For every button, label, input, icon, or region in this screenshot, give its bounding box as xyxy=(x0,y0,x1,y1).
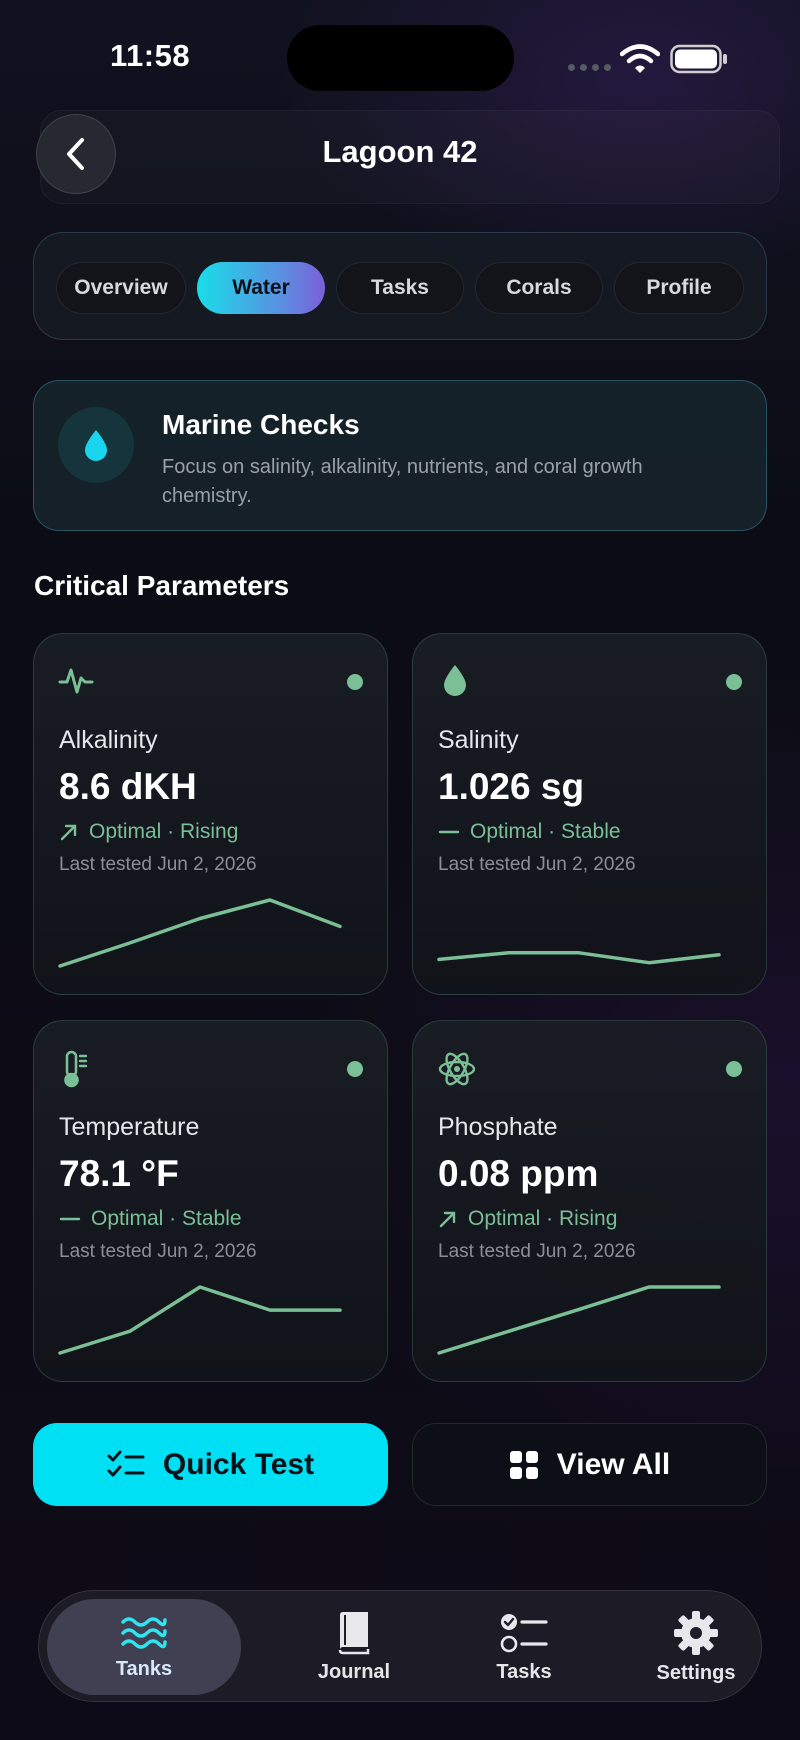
tabbar-label: Journal xyxy=(317,1660,391,1683)
arrow-up-right-icon xyxy=(60,824,77,841)
parameter-card-alkalinity[interactable]: Alkalinity 8.6 dKH Optimal · Rising Last… xyxy=(33,633,388,995)
tab-tasks[interactable]: Tasks xyxy=(336,262,464,314)
sparkline xyxy=(58,1285,342,1355)
wifi-icon xyxy=(620,44,660,73)
last-tested: Last tested Jun 2, 2026 xyxy=(438,854,636,875)
status-dot xyxy=(726,674,742,690)
sparkline xyxy=(58,898,342,968)
parameter-card-salinity[interactable]: Salinity 1.026 sg Optimal · Stable Last … xyxy=(412,633,767,995)
tab-overview[interactable]: Overview xyxy=(56,262,186,314)
water-drop-icon xyxy=(444,665,466,696)
last-tested: Last tested Jun 2, 2026 xyxy=(59,1241,257,1262)
info-card-description: Focus on salinity, alkalinity, nutrients… xyxy=(162,456,643,507)
tabbar-item-settings[interactable]: Settings xyxy=(611,1591,781,1703)
arrow-up-right-icon xyxy=(439,1211,456,1228)
section-tabs: Overview Water Tasks Corals Profile xyxy=(33,232,767,340)
parameter-trend: Optimal · Stable xyxy=(438,820,621,844)
quick-test-button[interactable]: Quick Test xyxy=(33,1423,388,1506)
info-card-title: Marine Checks xyxy=(162,409,360,440)
tabbar-label: Tasks xyxy=(496,1660,552,1683)
marine-checks-card: Marine Checks Focus on salinity, alkalin… xyxy=(33,380,767,531)
sparkline-path xyxy=(437,1285,721,1355)
parameter-card-temperature[interactable]: Temperature 78.1 °F Optimal · Stable Las… xyxy=(33,1020,388,1382)
parameter-value: 0.08 ppm xyxy=(438,1153,599,1194)
view-all-button[interactable]: View All xyxy=(412,1423,767,1506)
tab-corals[interactable]: Corals xyxy=(475,262,603,314)
sparkline-path xyxy=(58,1285,342,1355)
bottom-tab-bar: Tanks Journal Tasks Settings xyxy=(38,1590,762,1702)
parameter-trend: Optimal · Rising xyxy=(59,820,238,844)
trend-label: Optimal · Stable xyxy=(91,1207,242,1230)
section-title: Critical Parameters xyxy=(34,570,290,601)
last-tested: Last tested Jun 2, 2026 xyxy=(438,1241,636,1262)
parameter-name: Phosphate xyxy=(438,1113,558,1141)
tabbar-item-journal[interactable]: Journal xyxy=(269,1591,439,1703)
parameter-value: 78.1 °F xyxy=(59,1153,179,1194)
dynamic-island xyxy=(287,25,514,91)
app-screen: 11:58 Lagoon 42 Overview Water Tasks Cor… xyxy=(0,0,800,1740)
parameter-value: 8.6 dKH xyxy=(59,766,197,807)
parameter-name: Temperature xyxy=(59,1113,200,1141)
parameter-trend: Optimal · Rising xyxy=(438,1207,617,1231)
page-title: Lagoon 42 xyxy=(322,134,478,169)
trend-label: Optimal · Rising xyxy=(468,1207,618,1230)
battery-icon xyxy=(670,44,727,74)
pulse-icon xyxy=(58,668,94,694)
tabbar-item-tanks[interactable]: Tanks xyxy=(47,1599,241,1695)
trend-label: Optimal · Rising xyxy=(89,820,239,843)
book-icon xyxy=(338,1611,370,1654)
grid-icon xyxy=(509,1450,538,1479)
waves-icon xyxy=(121,1616,167,1649)
parameter-name: Salinity xyxy=(438,726,519,754)
status-dot xyxy=(726,1061,742,1077)
sparkline xyxy=(437,951,721,965)
tab-water[interactable]: Water xyxy=(197,262,325,314)
sparkline-path xyxy=(437,951,721,965)
tab-profile[interactable]: Profile xyxy=(614,262,744,314)
parameter-card-phosphate[interactable]: Phosphate 0.08 ppm Optimal · Rising Last… xyxy=(412,1020,767,1382)
parameter-trend: Optimal · Stable xyxy=(59,1207,242,1231)
trend-label: Optimal · Stable xyxy=(470,820,621,843)
dash-icon xyxy=(59,1217,81,1221)
status-dot xyxy=(347,674,363,690)
thermometer-icon xyxy=(64,1050,88,1088)
view-all-label: View All xyxy=(556,1447,671,1481)
sparkline-path xyxy=(58,898,342,968)
status-dot xyxy=(347,1061,363,1077)
status-time: 11:58 xyxy=(110,38,191,73)
sparkline xyxy=(437,1285,721,1355)
cellular-signal-icon xyxy=(568,64,611,71)
tabbar-label: Settings xyxy=(656,1661,736,1684)
gear-icon xyxy=(674,1610,718,1655)
checklist-icon xyxy=(500,1613,548,1652)
tabbar-item-tasks[interactable]: Tasks xyxy=(439,1591,609,1703)
parameter-name: Alkalinity xyxy=(59,726,158,754)
atom-icon xyxy=(438,1052,476,1086)
water-drop-icon xyxy=(58,407,134,483)
last-tested: Last tested Jun 2, 2026 xyxy=(59,854,257,875)
parameter-value: 1.026 sg xyxy=(438,766,585,807)
dash-icon xyxy=(438,830,460,834)
quick-test-label: Quick Test xyxy=(162,1447,315,1481)
tabbar-label: Tanks xyxy=(115,1657,173,1680)
checklist-icon xyxy=(107,1450,145,1476)
